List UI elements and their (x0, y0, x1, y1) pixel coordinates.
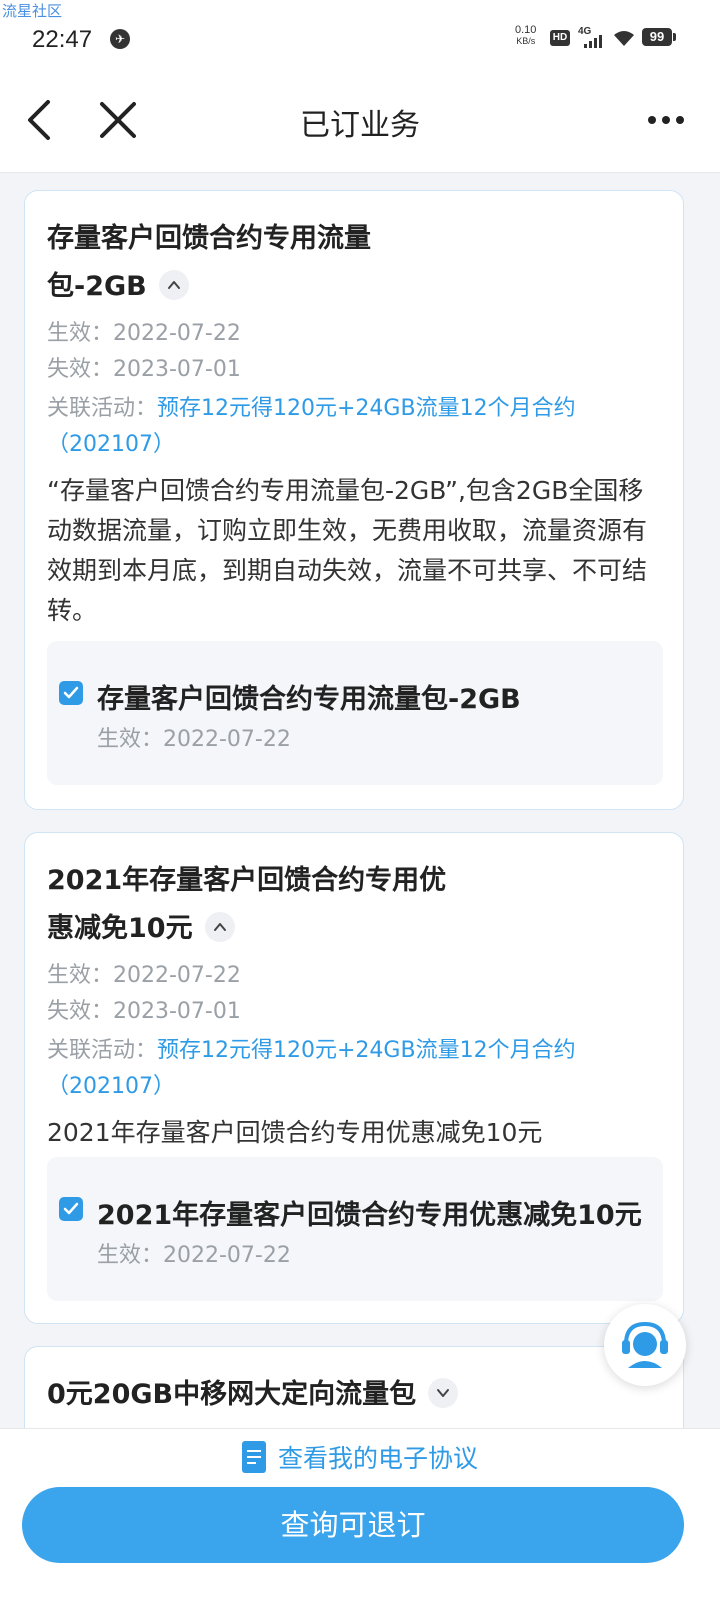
included-item-title: 存量客户回馈合约专用流量包-2GB (97, 684, 521, 715)
included-item-title: 2021年存量客户回馈合约专用优惠减免10元 (97, 1200, 642, 1231)
status-bar: 22:47 ✈ 0.10 KB/s HD 4G 99 (0, 0, 720, 76)
bottom-action-bar: 查看我的电子协议 查询可退订 (0, 1428, 720, 1601)
related-activity: 关联活动：预存12元得120元+24GB流量12个月合约（202107） (47, 1033, 647, 1105)
customer-service-button[interactable] (604, 1304, 686, 1386)
checkbox[interactable] (59, 681, 83, 705)
status-time: 22:47 (32, 26, 93, 53)
network-speed-unit: KB/s (516, 36, 536, 46)
card-title-line2: 包-2GB (47, 271, 147, 302)
collapse-button[interactable] (204, 911, 235, 942)
subscription-list[interactable]: 存量客户回馈合约专用流量 包-2GB 生效：2022-07-22 失效：2023… (0, 172, 720, 1428)
app-notification-icon: ✈ (110, 29, 130, 49)
network-speed: 0.10 KB/s (515, 25, 536, 47)
subscription-card: 2021年存量客户回馈合约专用优 惠减免10元 生效：2022-07-22 失效… (24, 832, 684, 1324)
chevron-up-icon (167, 280, 180, 289)
related-activity-label: 关联活动： (47, 396, 158, 421)
card-title-line1: 2021年存量客户回馈合约专用优 (47, 865, 447, 896)
card-title: 存量客户回馈合约专用流量 包-2GB (47, 215, 427, 311)
wifi-icon (614, 31, 634, 46)
network-type: 4G (578, 26, 592, 37)
collapse-button[interactable] (158, 269, 189, 300)
card-description: 2021年存量客户回馈合约专用优惠减免10元 (47, 1118, 543, 1147)
included-item-date: 生效：2022-07-22 (97, 1243, 291, 1268)
checkmark-icon (63, 686, 79, 699)
subscription-card: 存量客户回馈合约专用流量 包-2GB 生效：2022-07-22 失效：2023… (24, 190, 684, 810)
related-activity: 关联活动：预存12元得120元+24GB流量12个月合约（202107） (47, 391, 647, 463)
card-title-line2: 惠减免10元 (47, 913, 193, 944)
expand-button[interactable] (428, 1377, 459, 1408)
effective-date: 生效：2022-07-22 (47, 963, 241, 988)
agreement-link[interactable]: 查看我的电子协议 (278, 1439, 478, 1475)
effective-date: 生效：2022-07-22 (47, 321, 241, 346)
card-description: “存量客户回馈合约专用流量包-2GB”,包含2GB全国移动数据流量，订购立即生效… (47, 476, 648, 625)
query-unsubscribe-button[interactable]: 查询可退订 (22, 1487, 684, 1563)
chevron-up-icon (213, 922, 226, 931)
included-item-date: 生效：2022-07-22 (97, 727, 291, 752)
expire-date: 失效：2023-07-01 (47, 999, 241, 1024)
card-title-line1: 存量客户回馈合约专用流量 (47, 223, 371, 254)
document-icon (241, 1441, 266, 1473)
related-activity-label: 关联活动： (47, 1038, 158, 1063)
subscription-card: 0元20GB中移网大定向流量包 (24, 1346, 684, 1428)
included-item-box: 2021年存量客户回馈合约专用优惠减免10元 生效：2022-07-22 (47, 1157, 663, 1301)
battery-icon: 99 (642, 28, 676, 46)
hd-icon: HD (550, 30, 570, 46)
network-speed-value: 0.10 (515, 24, 537, 36)
top-nav-bar: 已订业务 (0, 76, 720, 173)
card-title-line1: 0元20GB中移网大定向流量包 (47, 1379, 417, 1410)
agreement-link-row[interactable]: 查看我的电子协议 (0, 1439, 720, 1485)
included-item-box: 存量客户回馈合约专用流量包-2GB 生效：2022-07-22 (47, 641, 663, 785)
more-options-icon[interactable] (646, 112, 686, 128)
chevron-down-icon (437, 1388, 450, 1397)
page-title: 已订业务 (300, 108, 420, 143)
card-title: 0元20GB中移网大定向流量包 (47, 1371, 647, 1419)
card-title: 2021年存量客户回馈合约专用优 惠减免10元 (47, 857, 467, 953)
expire-date: 失效：2023-07-01 (47, 357, 241, 382)
checkmark-icon (63, 1202, 79, 1215)
watermark-text: 流星社区 (2, 2, 63, 20)
customer-service-icon (622, 1321, 668, 1368)
checkbox[interactable] (59, 1197, 83, 1221)
cellular-signal-icon: 4G (578, 26, 606, 48)
